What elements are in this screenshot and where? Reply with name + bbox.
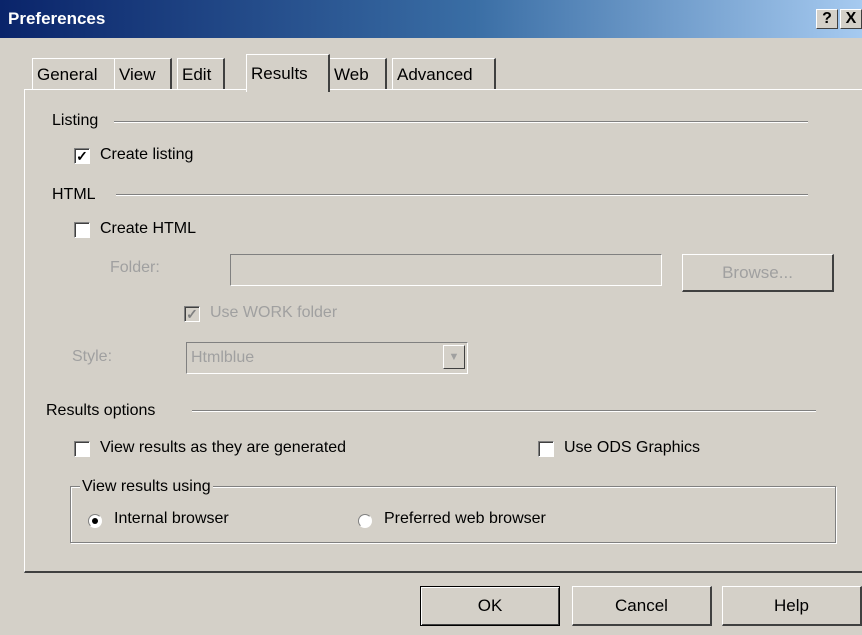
view-as-generated-label[interactable]: View results as they are generated bbox=[100, 439, 346, 457]
html-section-label: HTML bbox=[52, 186, 96, 203]
tab-web[interactable]: Web bbox=[329, 58, 387, 90]
folder-label: Folder: bbox=[110, 259, 160, 276]
cancel-button[interactable]: Cancel bbox=[572, 586, 712, 626]
create-listing-label[interactable]: Create listing bbox=[100, 146, 193, 164]
listing-separator bbox=[114, 121, 808, 123]
tab-edit[interactable]: Edit bbox=[177, 58, 225, 90]
help-question-button[interactable]: ? bbox=[816, 9, 838, 29]
results-options-section-label: Results options bbox=[46, 402, 156, 419]
use-ods-graphics-label[interactable]: Use ODS Graphics bbox=[564, 439, 700, 457]
style-label: Style: bbox=[72, 348, 113, 365]
tab-results[interactable]: Results bbox=[246, 54, 330, 92]
internal-browser-radio[interactable] bbox=[88, 514, 102, 528]
tab-advanced[interactable]: Advanced bbox=[392, 58, 496, 90]
style-dropdown[interactable]: Htmlblue ▼ bbox=[186, 342, 468, 374]
html-separator bbox=[116, 194, 808, 196]
create-html-label[interactable]: Create HTML bbox=[100, 220, 196, 238]
style-dropdown-value: Htmlblue bbox=[191, 349, 255, 366]
use-ods-graphics-checkbox[interactable] bbox=[538, 441, 554, 457]
tab-general[interactable]: General bbox=[32, 58, 116, 90]
use-work-folder-label[interactable]: Use WORK folder bbox=[210, 304, 337, 322]
internal-browser-label[interactable]: Internal browser bbox=[114, 510, 229, 528]
close-button[interactable]: X bbox=[840, 9, 862, 29]
view-results-using-label: View results using bbox=[80, 478, 213, 496]
browse-button[interactable]: Browse... bbox=[682, 254, 834, 292]
title-bar: Preferences ? X bbox=[0, 0, 862, 38]
ok-button[interactable]: OK bbox=[420, 586, 560, 626]
tab-view[interactable]: View bbox=[114, 58, 172, 90]
listing-section-label: Listing bbox=[52, 112, 99, 129]
create-html-checkbox[interactable] bbox=[74, 222, 90, 238]
results-options-separator bbox=[192, 410, 816, 412]
window-title: Preferences bbox=[8, 9, 106, 28]
preferred-web-browser-radio[interactable] bbox=[358, 514, 372, 528]
use-work-folder-checkbox[interactable]: ✓ bbox=[184, 306, 200, 322]
create-listing-checkbox[interactable]: ✓ bbox=[74, 148, 90, 164]
chevron-down-icon[interactable]: ▼ bbox=[443, 345, 465, 369]
preferred-web-browser-label[interactable]: Preferred web browser bbox=[384, 510, 546, 528]
folder-input[interactable] bbox=[230, 254, 662, 286]
help-button[interactable]: Help bbox=[722, 586, 862, 626]
view-as-generated-checkbox[interactable] bbox=[74, 441, 90, 457]
